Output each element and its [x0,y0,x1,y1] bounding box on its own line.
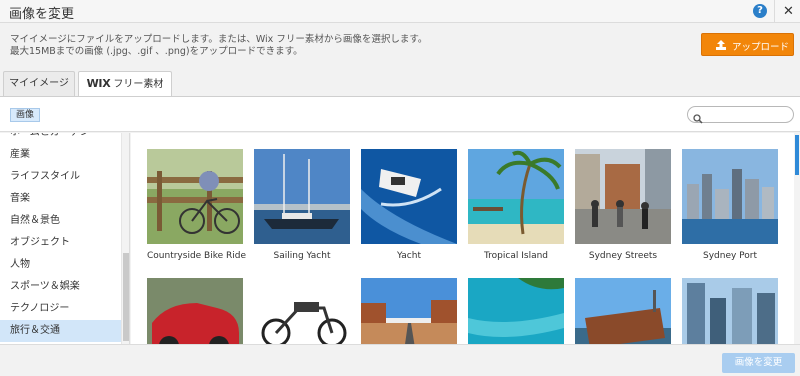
sidebar-item-lifestyle[interactable]: ライフスタイル [0,166,121,188]
image-caption: Sailing Yacht [273,251,331,261]
image-grid: Countryside Bike Ride Sailing Yacht Yach… [131,133,800,344]
search-icon [693,109,703,128]
image-card[interactable] [468,278,564,344]
description-line-1: マイイメージにファイルをアップロードします。または、Wix フリー素材から画像を… [10,34,428,45]
image-card[interactable] [147,278,243,344]
filter-chip-images[interactable]: 画像 [10,108,40,122]
image-card[interactable]: Sydney Streets [575,149,671,261]
category-sidebar: ホームとガーデン 産業 ライフスタイル 音楽 自然＆景色 オブジェクト 人物 ス… [0,133,130,344]
upload-icon [715,39,727,54]
image-thumbnail[interactable] [682,278,778,344]
image-caption: Tropical Island [484,251,548,261]
sidebar-scrollbar-thumb[interactable] [123,253,129,341]
image-card[interactable]: Sydney Port [682,149,778,261]
image-thumbnail[interactable] [361,149,457,244]
title-divider [774,0,775,23]
image-grid-scrollbar[interactable] [794,133,800,344]
change-image-button[interactable]: 画像を変更 [722,353,795,373]
filter-toolbar: 画像 [0,97,800,132]
image-card[interactable]: Countryside Bike Ride [147,149,247,261]
image-thumbnail[interactable] [468,278,564,344]
image-thumbnail[interactable] [575,149,671,244]
sidebar-item-music[interactable]: 音楽 [0,188,121,210]
sidebar-item-industry[interactable]: 産業 [0,144,121,166]
image-thumbnail[interactable] [682,149,778,244]
tab-my-images[interactable]: マイイメージ [3,71,75,97]
tab-my-images-label: マイイメージ [9,78,69,89]
sidebar-item-objects[interactable]: オブジェクト [0,232,121,254]
image-card[interactable] [361,278,457,344]
sidebar-item-nature[interactable]: 自然＆景色 [0,210,121,232]
image-card[interactable] [682,278,778,344]
image-card[interactable]: Sailing Yacht [254,149,350,261]
upload-description: マイイメージにファイルをアップロードします。または、Wix フリー素材から画像を… [10,34,427,58]
image-thumbnail[interactable] [147,149,243,244]
wix-logo: WIX [86,77,111,90]
description-line-2: 最大15MBまでの画像 (.jpg、.gif 、.png)をアップロードできます… [10,46,303,57]
image-caption: Countryside Bike Ride [147,251,247,261]
upload-button-label: アップロード [732,42,790,53]
image-thumbnail[interactable] [147,278,243,344]
tab-wix-free-media[interactable]: WIX フリー素材 [78,71,172,98]
close-icon[interactable]: ✕ [777,0,800,23]
sidebar-item-technology[interactable]: テクノロジー [0,298,121,320]
image-thumbnail[interactable] [254,278,350,344]
image-thumbnail[interactable] [468,149,564,244]
sidebar-item-travel[interactable]: 旅行＆交通 [0,320,121,342]
title-bar: 画像を変更 ? ✕ [0,0,800,23]
image-thumbnail[interactable] [361,278,457,344]
image-caption: Sydney Streets [588,251,658,261]
sidebar-scrollbar[interactable] [121,133,129,344]
image-card[interactable] [575,278,671,344]
image-caption: Yacht [397,251,421,261]
upload-button[interactable]: アップロード [701,33,794,56]
help-icon[interactable]: ? [753,4,767,18]
dialog-title: 画像を変更 [9,7,75,22]
image-card[interactable]: Tropical Island [468,149,564,261]
image-grid-scrollbar-thumb[interactable] [795,135,799,175]
tab-free-media-label: フリー素材 [113,79,164,90]
image-thumbnail[interactable] [254,149,350,244]
search-input[interactable] [687,106,794,124]
dialog-footer: 画像を変更 [0,344,800,376]
sidebar-item-sports[interactable]: スポーツ＆娯楽 [0,276,121,298]
image-card[interactable] [254,278,350,344]
sidebar-item-home-garden[interactable]: ホームとガーデン [0,133,121,144]
image-caption: Sydney Port [702,251,758,261]
image-thumbnail[interactable] [575,278,671,344]
image-card[interactable]: Yacht [361,149,457,261]
sidebar-item-people[interactable]: 人物 [0,254,121,276]
